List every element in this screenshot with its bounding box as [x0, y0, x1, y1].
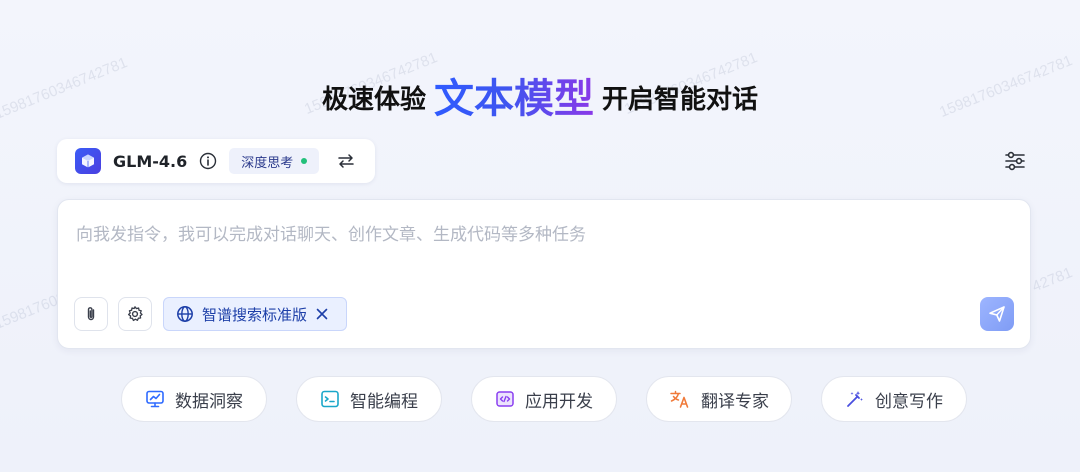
- swap-icon[interactable]: [337, 153, 355, 169]
- terminal-icon: [321, 390, 339, 408]
- quick-action-smart-coding[interactable]: 智能编程: [296, 376, 442, 422]
- translate-icon: [670, 390, 689, 408]
- deep-think-toggle[interactable]: 深度思考: [229, 148, 320, 174]
- web-search-chip[interactable]: 智谱搜索标准版: [163, 297, 347, 331]
- magic-wand-icon: [847, 391, 863, 407]
- status-dot: [301, 158, 308, 164]
- model-name[interactable]: GLM-4.6: [113, 152, 187, 171]
- quick-action-label: 应用开发: [525, 391, 593, 412]
- info-icon[interactable]: [199, 152, 217, 170]
- model-cube-icon: [75, 148, 101, 174]
- search-chip-label: 智谱搜索标准版: [202, 305, 308, 324]
- title-suffix: 开启智能对话: [602, 85, 759, 115]
- title-highlight: 文本模型: [434, 76, 594, 122]
- paperclip-icon: [87, 307, 95, 321]
- quick-action-label: 翻译专家: [701, 391, 769, 412]
- quick-action-data-insight[interactable]: 数据洞察: [121, 376, 267, 422]
- quick-action-translate[interactable]: 翻译专家: [646, 376, 792, 422]
- title-prefix: 极速体验: [321, 85, 426, 115]
- settings-button[interactable]: [118, 297, 152, 331]
- sliders-settings-icon[interactable]: [1003, 149, 1027, 173]
- quick-action-app-dev[interactable]: 应用开发: [471, 376, 617, 422]
- quick-action-label: 创意写作: [875, 391, 943, 412]
- prompt-input[interactable]: [76, 220, 976, 250]
- attach-button[interactable]: [74, 297, 108, 331]
- quick-action-label: 智能编程: [350, 391, 418, 412]
- model-selector-bar: GLM-4.6 深度思考: [57, 139, 375, 183]
- quick-action-creative-writing[interactable]: 创意写作: [821, 376, 967, 422]
- close-icon[interactable]: [315, 307, 329, 321]
- code-window-icon: [496, 391, 514, 407]
- chart-monitor-icon: [146, 390, 164, 408]
- deep-think-label: 深度思考: [241, 155, 294, 171]
- globe-icon: [177, 306, 193, 322]
- quick-action-label: 数据洞察: [175, 391, 243, 412]
- page-title: 极速体验 文本模型 开启智能对话: [0, 66, 1080, 124]
- send-icon: [989, 306, 1005, 322]
- gear-icon: [127, 306, 143, 322]
- send-button[interactable]: [980, 297, 1014, 331]
- composer-card: 智谱搜索标准版: [57, 199, 1031, 349]
